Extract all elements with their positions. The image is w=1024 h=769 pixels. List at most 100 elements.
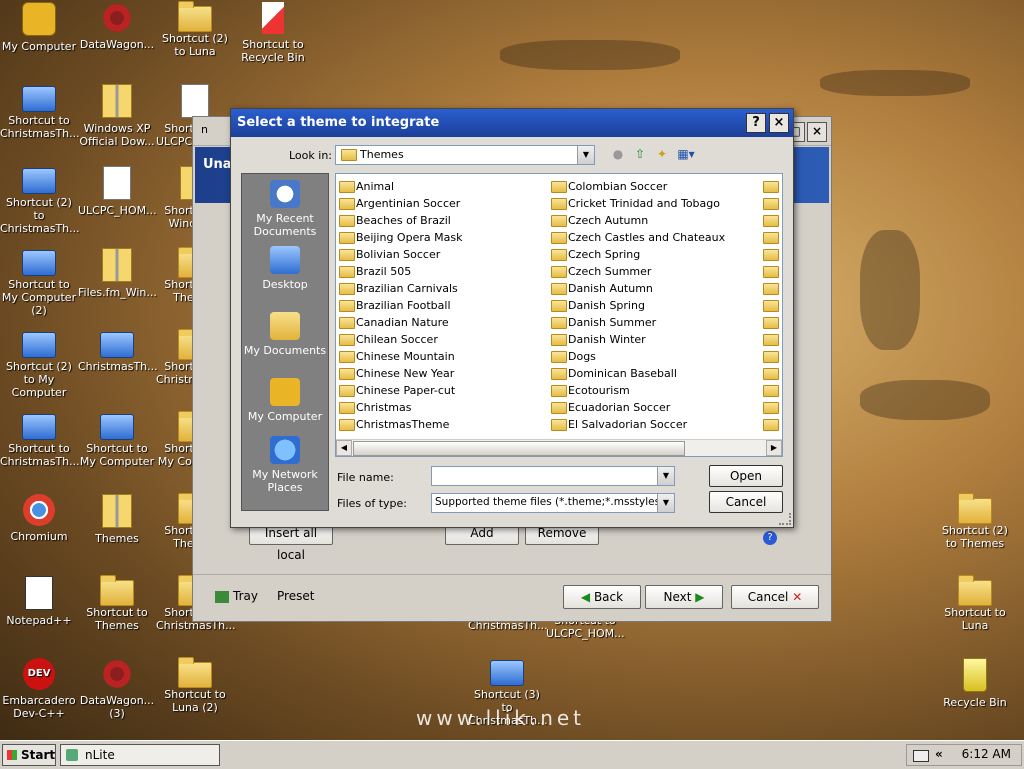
folder-list-item[interactable]: Chinese Paper-cut [338, 382, 462, 399]
files-of-type-dropdown[interactable]: Supported theme files (*.theme;*.msstyle… [431, 493, 675, 513]
desktop-icon-item[interactable]: DataWagon... [78, 2, 156, 51]
desktop-icon-item[interactable]: Windows XP Official Dow... [78, 84, 156, 148]
file-list[interactable]: Animal Argentinian Soccer Beaches of Brazi… [335, 173, 783, 457]
folder-list-item[interactable]: Ecotourism [550, 382, 725, 399]
chevron-down-icon[interactable]: ▼ [657, 467, 674, 485]
desktop-icon-item[interactable]: Shortcut to ChristmasTh... [0, 412, 80, 468]
tray-expand-icon[interactable]: « [935, 747, 943, 761]
place-my-documents[interactable]: My Documents [242, 312, 328, 357]
desktop-icon-item[interactable]: Themes [78, 494, 156, 545]
place-my-network-places[interactable]: My Network Places [242, 436, 328, 494]
folder-list-item[interactable]: Bolivian Soccer [338, 246, 462, 263]
desktop-icon-item[interactable]: Chromium [0, 494, 78, 543]
scroll-thumb[interactable] [353, 441, 685, 456]
folder-list-item[interactable]: Chinese New Year [338, 365, 462, 382]
desktop-icon-item[interactable]: Shortcut (2) to ChristmasTh... [0, 166, 80, 235]
folder-list-item[interactable] [762, 331, 780, 348]
back-nav-icon[interactable]: ● [609, 145, 627, 163]
place-desktop[interactable]: Desktop [242, 246, 328, 291]
desktop-icon-item[interactable]: Notepad++ [0, 576, 78, 627]
folder-list-item[interactable] [762, 399, 780, 416]
folder-list-item[interactable]: El Salvadorian Soccer [550, 416, 725, 433]
desktop-icon-item[interactable]: Shortcut to Luna (2) [156, 657, 234, 714]
folder-list-item[interactable]: Brazil 505 [338, 263, 462, 280]
horizontal-scrollbar[interactable]: ◀ ▶ [336, 439, 782, 456]
desktop-icon-item[interactable]: Shortcut to ChristmasTh... [0, 84, 80, 140]
folder-list-item[interactable] [762, 212, 780, 229]
desktop-icon-item[interactable]: DataWagon... (3) [78, 658, 156, 720]
folder-list-item[interactable]: Colombian Soccer [550, 178, 725, 195]
folder-list-item[interactable] [762, 314, 780, 331]
folder-list-item[interactable]: Danish Spring [550, 297, 725, 314]
folder-list-item[interactable]: Ecuadorian Soccer [550, 399, 725, 416]
folder-list-item[interactable] [762, 382, 780, 399]
desktop-icon-item[interactable]: Shortcut to My Computer (2) [0, 248, 78, 317]
new-folder-icon[interactable]: ✦ [653, 145, 671, 163]
folder-list-item[interactable]: Czech Autumn [550, 212, 725, 229]
folder-list-item[interactable] [762, 348, 780, 365]
folder-list-item[interactable] [762, 263, 780, 280]
taskbar-item-nlite[interactable]: nLite [60, 744, 220, 766]
desktop-icon-item[interactable]: Shortcut to My Computer [78, 412, 156, 468]
keyboard-icon[interactable] [913, 750, 929, 762]
desktop-icon-item[interactable]: Shortcut to Luna [936, 575, 1014, 632]
folder-list-item[interactable]: Danish Autumn [550, 280, 725, 297]
folder-list-item[interactable]: Dominican Baseball [550, 365, 725, 382]
folder-list-item[interactable]: Danish Winter [550, 331, 725, 348]
folder-list-item[interactable]: Czech Castles and Chateaux [550, 229, 725, 246]
folder-list-item[interactable]: Cricket Trinidad and Tobago [550, 195, 725, 212]
desktop-icon-item[interactable]: Shortcut to Themes [78, 575, 156, 632]
folder-list-item[interactable] [762, 229, 780, 246]
preset-button[interactable]: Preset [277, 589, 314, 603]
folder-list-item[interactable] [762, 365, 780, 382]
desktop-icon-item[interactable]: Shortcut (2) to My Computer [0, 330, 78, 399]
tray-button[interactable]: Tray [215, 589, 258, 603]
help-icon[interactable]: ? [763, 531, 777, 545]
folder-list-item[interactable]: Brazilian Football [338, 297, 462, 314]
folder-list-item[interactable]: Czech Spring [550, 246, 725, 263]
desktop-icon-item[interactable]: Shortcut to Recycle Bin [234, 2, 312, 64]
folder-list-item[interactable] [762, 416, 780, 433]
place-my-recent-documents[interactable]: My Recent Documents [242, 180, 328, 238]
folder-list-item[interactable]: Argentinian Soccer [338, 195, 462, 212]
cancel-button[interactable]: Cancel ✕ [731, 585, 819, 609]
folder-list-item[interactable] [762, 195, 780, 212]
clock[interactable]: 6:12 AM [962, 747, 1011, 761]
place-my-computer[interactable]: My Computer [242, 378, 328, 423]
up-folder-icon[interactable]: ⇧ [631, 145, 649, 163]
folder-list-item[interactable] [762, 280, 780, 297]
next-button[interactable]: Next ▶ [645, 585, 723, 609]
folder-list-item[interactable]: Brazilian Carnivals [338, 280, 462, 297]
folder-list-item[interactable]: Beaches of Brazil [338, 212, 462, 229]
desktop-icon-item[interactable]: My Computer [0, 2, 78, 53]
desktop-icon-item[interactable]: Files.fm_Win... [78, 248, 157, 299]
back-button[interactable]: ◀ Back [563, 585, 641, 609]
scroll-left-icon[interactable]: ◀ [336, 440, 352, 456]
folder-list-item[interactable]: Chinese Mountain [338, 348, 462, 365]
resize-grip[interactable] [779, 513, 791, 525]
desktop-icon-item[interactable]: ChristmasTh... [78, 330, 158, 373]
folder-list-item[interactable]: Canadian Nature [338, 314, 462, 331]
nlite-close-button[interactable]: × [807, 122, 827, 142]
open-button[interactable]: Open [709, 465, 783, 487]
desktop-icon-item[interactable]: Recycle Bin [936, 658, 1014, 709]
scroll-right-icon[interactable]: ▶ [766, 440, 782, 456]
dialog-close-button[interactable]: × [769, 113, 789, 133]
folder-list-item[interactable]: Danish Summer [550, 314, 725, 331]
folder-list-item[interactable]: Beijing Opera Mask [338, 229, 462, 246]
folder-list-item[interactable] [762, 246, 780, 263]
dialog-help-button[interactable]: ? [746, 113, 766, 133]
look-in-dropdown[interactable]: Themes ▼ [335, 145, 595, 165]
dialog-cancel-button[interactable]: Cancel [709, 491, 783, 513]
desktop-icon-item[interactable]: Shortcut (2) to Themes [936, 493, 1014, 550]
chevron-down-icon[interactable]: ▼ [657, 494, 674, 512]
chevron-down-icon[interactable]: ▼ [577, 146, 594, 164]
folder-list-item[interactable] [762, 297, 780, 314]
folder-list-item[interactable]: Animal [338, 178, 462, 195]
folder-list-item[interactable] [762, 178, 780, 195]
start-button[interactable]: Start [2, 744, 56, 766]
folder-list-item[interactable]: Czech Summer [550, 263, 725, 280]
folder-list-item[interactable]: Dogs [550, 348, 725, 365]
folder-list-item[interactable]: Christmas [338, 399, 462, 416]
desktop-icon-item[interactable]: DEV Embarcadero Dev-C++ [0, 658, 78, 720]
